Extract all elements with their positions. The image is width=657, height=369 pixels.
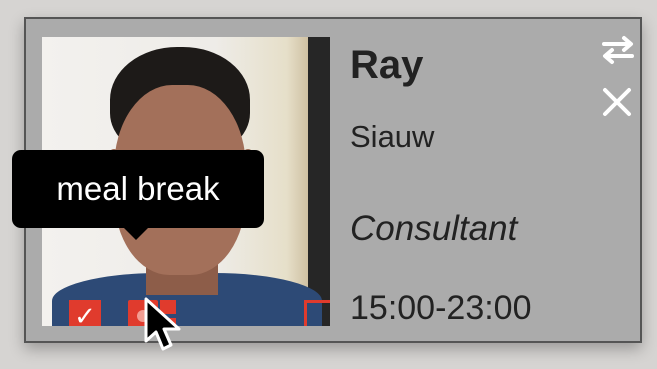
employee-shift-card[interactable]: ✓ meal break Ray Siauw Consultant 15:00-… [12,17,642,351]
employee-first-name: Ray [350,43,424,87]
swap-arrows-icon[interactable] [598,35,638,65]
employee-last-name: Siauw [350,119,435,154]
mouse-pointer-icon [144,297,181,351]
employee-info: Ray Siauw Consultant 15:00-23:00 [350,19,635,341]
close-icon[interactable] [601,86,633,118]
status-checkbox-empty[interactable] [304,300,330,326]
attendance-checkbox-checked[interactable]: ✓ [69,300,101,326]
photo-background-door [308,37,330,326]
meal-break-tooltip: meal break [12,150,264,240]
checkmark-icon: ✓ [74,301,96,326]
employee-role: Consultant [350,209,518,248]
shift-time: 15:00-23:00 [350,289,532,327]
